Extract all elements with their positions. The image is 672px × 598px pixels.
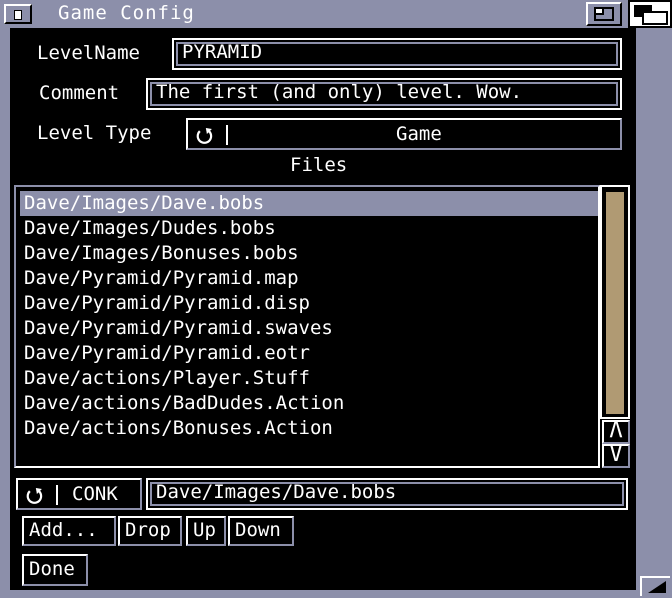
list-item[interactable]: Dave/Images/Dave.bobs bbox=[20, 191, 598, 216]
depth-icon[interactable] bbox=[628, 0, 672, 28]
list-item[interactable]: Dave/Images/Dudes.bobs bbox=[20, 216, 598, 241]
level-name-field[interactable]: PYRAMID bbox=[172, 38, 622, 70]
level-type-cycle[interactable]: ⭯ Game bbox=[186, 118, 622, 150]
list-item[interactable]: Dave/actions/Player.Stuff bbox=[20, 366, 598, 391]
window-border-right bbox=[636, 28, 672, 598]
list-item[interactable]: Dave/Pyramid/Pyramid.disp bbox=[20, 291, 598, 316]
cycle-icon: ⭯ bbox=[26, 483, 43, 507]
comment-label: Comment bbox=[39, 82, 120, 104]
zoom-icon[interactable] bbox=[586, 2, 622, 26]
down-button[interactable]: Down bbox=[228, 516, 294, 546]
file-type-cycle[interactable]: ⭯ CONK bbox=[16, 478, 142, 510]
close-icon[interactable] bbox=[4, 4, 32, 24]
list-item[interactable]: Dave/Pyramid/Pyramid.eotr bbox=[20, 341, 598, 366]
resize-icon[interactable] bbox=[640, 576, 670, 596]
level-type-value: Game bbox=[396, 123, 442, 145]
scroll-down-icon[interactable]: V bbox=[602, 444, 630, 468]
window-border-bottom bbox=[0, 590, 672, 598]
level-name-value: PYRAMID bbox=[182, 41, 263, 63]
list-item[interactable]: Dave/Images/Bonuses.bobs bbox=[20, 241, 598, 266]
window-title: Game Config bbox=[58, 2, 195, 24]
file-type-value: CONK bbox=[72, 483, 118, 505]
level-name-label: LevelName bbox=[37, 42, 140, 64]
comment-field[interactable]: The first (and only) level. Wow. bbox=[146, 78, 622, 110]
files-heading: Files bbox=[290, 154, 348, 176]
up-button[interactable]: Up bbox=[186, 516, 226, 546]
scrollbar-knob[interactable] bbox=[606, 192, 624, 414]
drop-button[interactable]: Drop bbox=[118, 516, 182, 546]
file-path-field[interactable]: Dave/Images/Dave.bobs bbox=[146, 478, 628, 510]
list-item[interactable]: Dave/Pyramid/Pyramid.swaves bbox=[20, 316, 598, 341]
level-type-label: Level Type bbox=[37, 122, 152, 144]
files-list[interactable]: Dave/Images/Dave.bobs Dave/Images/Dudes.… bbox=[14, 185, 600, 468]
scroll-up-icon[interactable]: Λ bbox=[602, 420, 630, 444]
done-button[interactable]: Done bbox=[22, 554, 88, 586]
list-item[interactable]: Dave/actions/BadDudes.Action bbox=[20, 391, 598, 416]
comment-value: The first (and only) level. Wow. bbox=[156, 81, 523, 103]
window-title-bar[interactable]: Game Config bbox=[0, 0, 672, 28]
file-path-value: Dave/Images/Dave.bobs bbox=[156, 481, 397, 503]
cycle-icon: ⭯ bbox=[196, 123, 213, 147]
list-item[interactable]: Dave/Pyramid/Pyramid.map bbox=[20, 266, 598, 291]
window-border-left bbox=[0, 28, 10, 598]
add-button[interactable]: Add... bbox=[22, 516, 116, 546]
list-item[interactable]: Dave/actions/Bonuses.Action bbox=[20, 416, 598, 441]
